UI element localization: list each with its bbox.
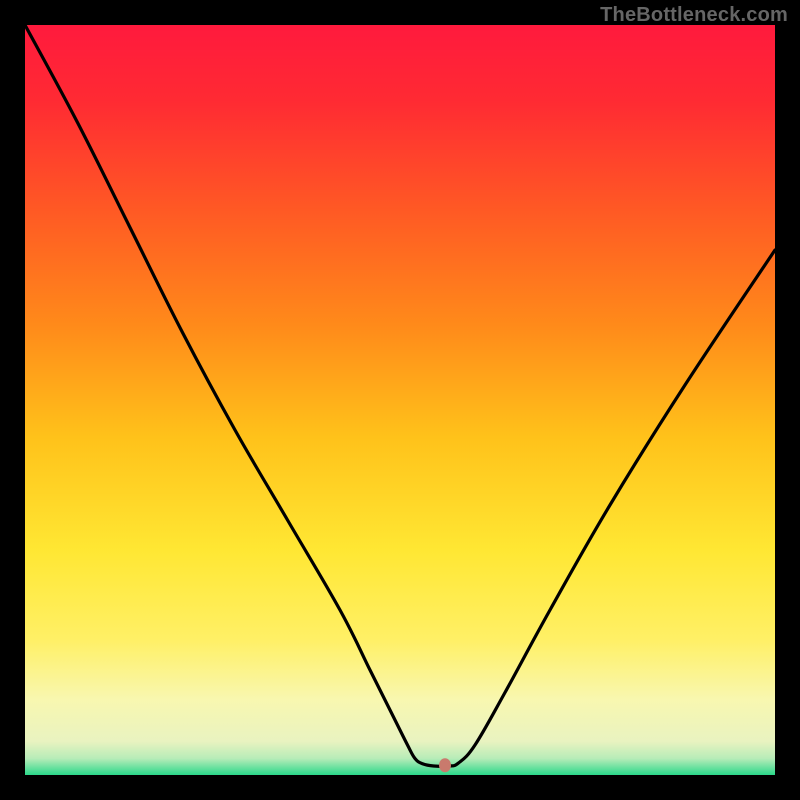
chart-background [25, 25, 775, 775]
bottleneck-chart-svg [25, 25, 775, 775]
plot-area [25, 25, 775, 775]
watermark-text: TheBottleneck.com [600, 4, 788, 27]
chart-frame: TheBottleneck.com [0, 0, 800, 800]
bottleneck-marker [439, 758, 451, 772]
